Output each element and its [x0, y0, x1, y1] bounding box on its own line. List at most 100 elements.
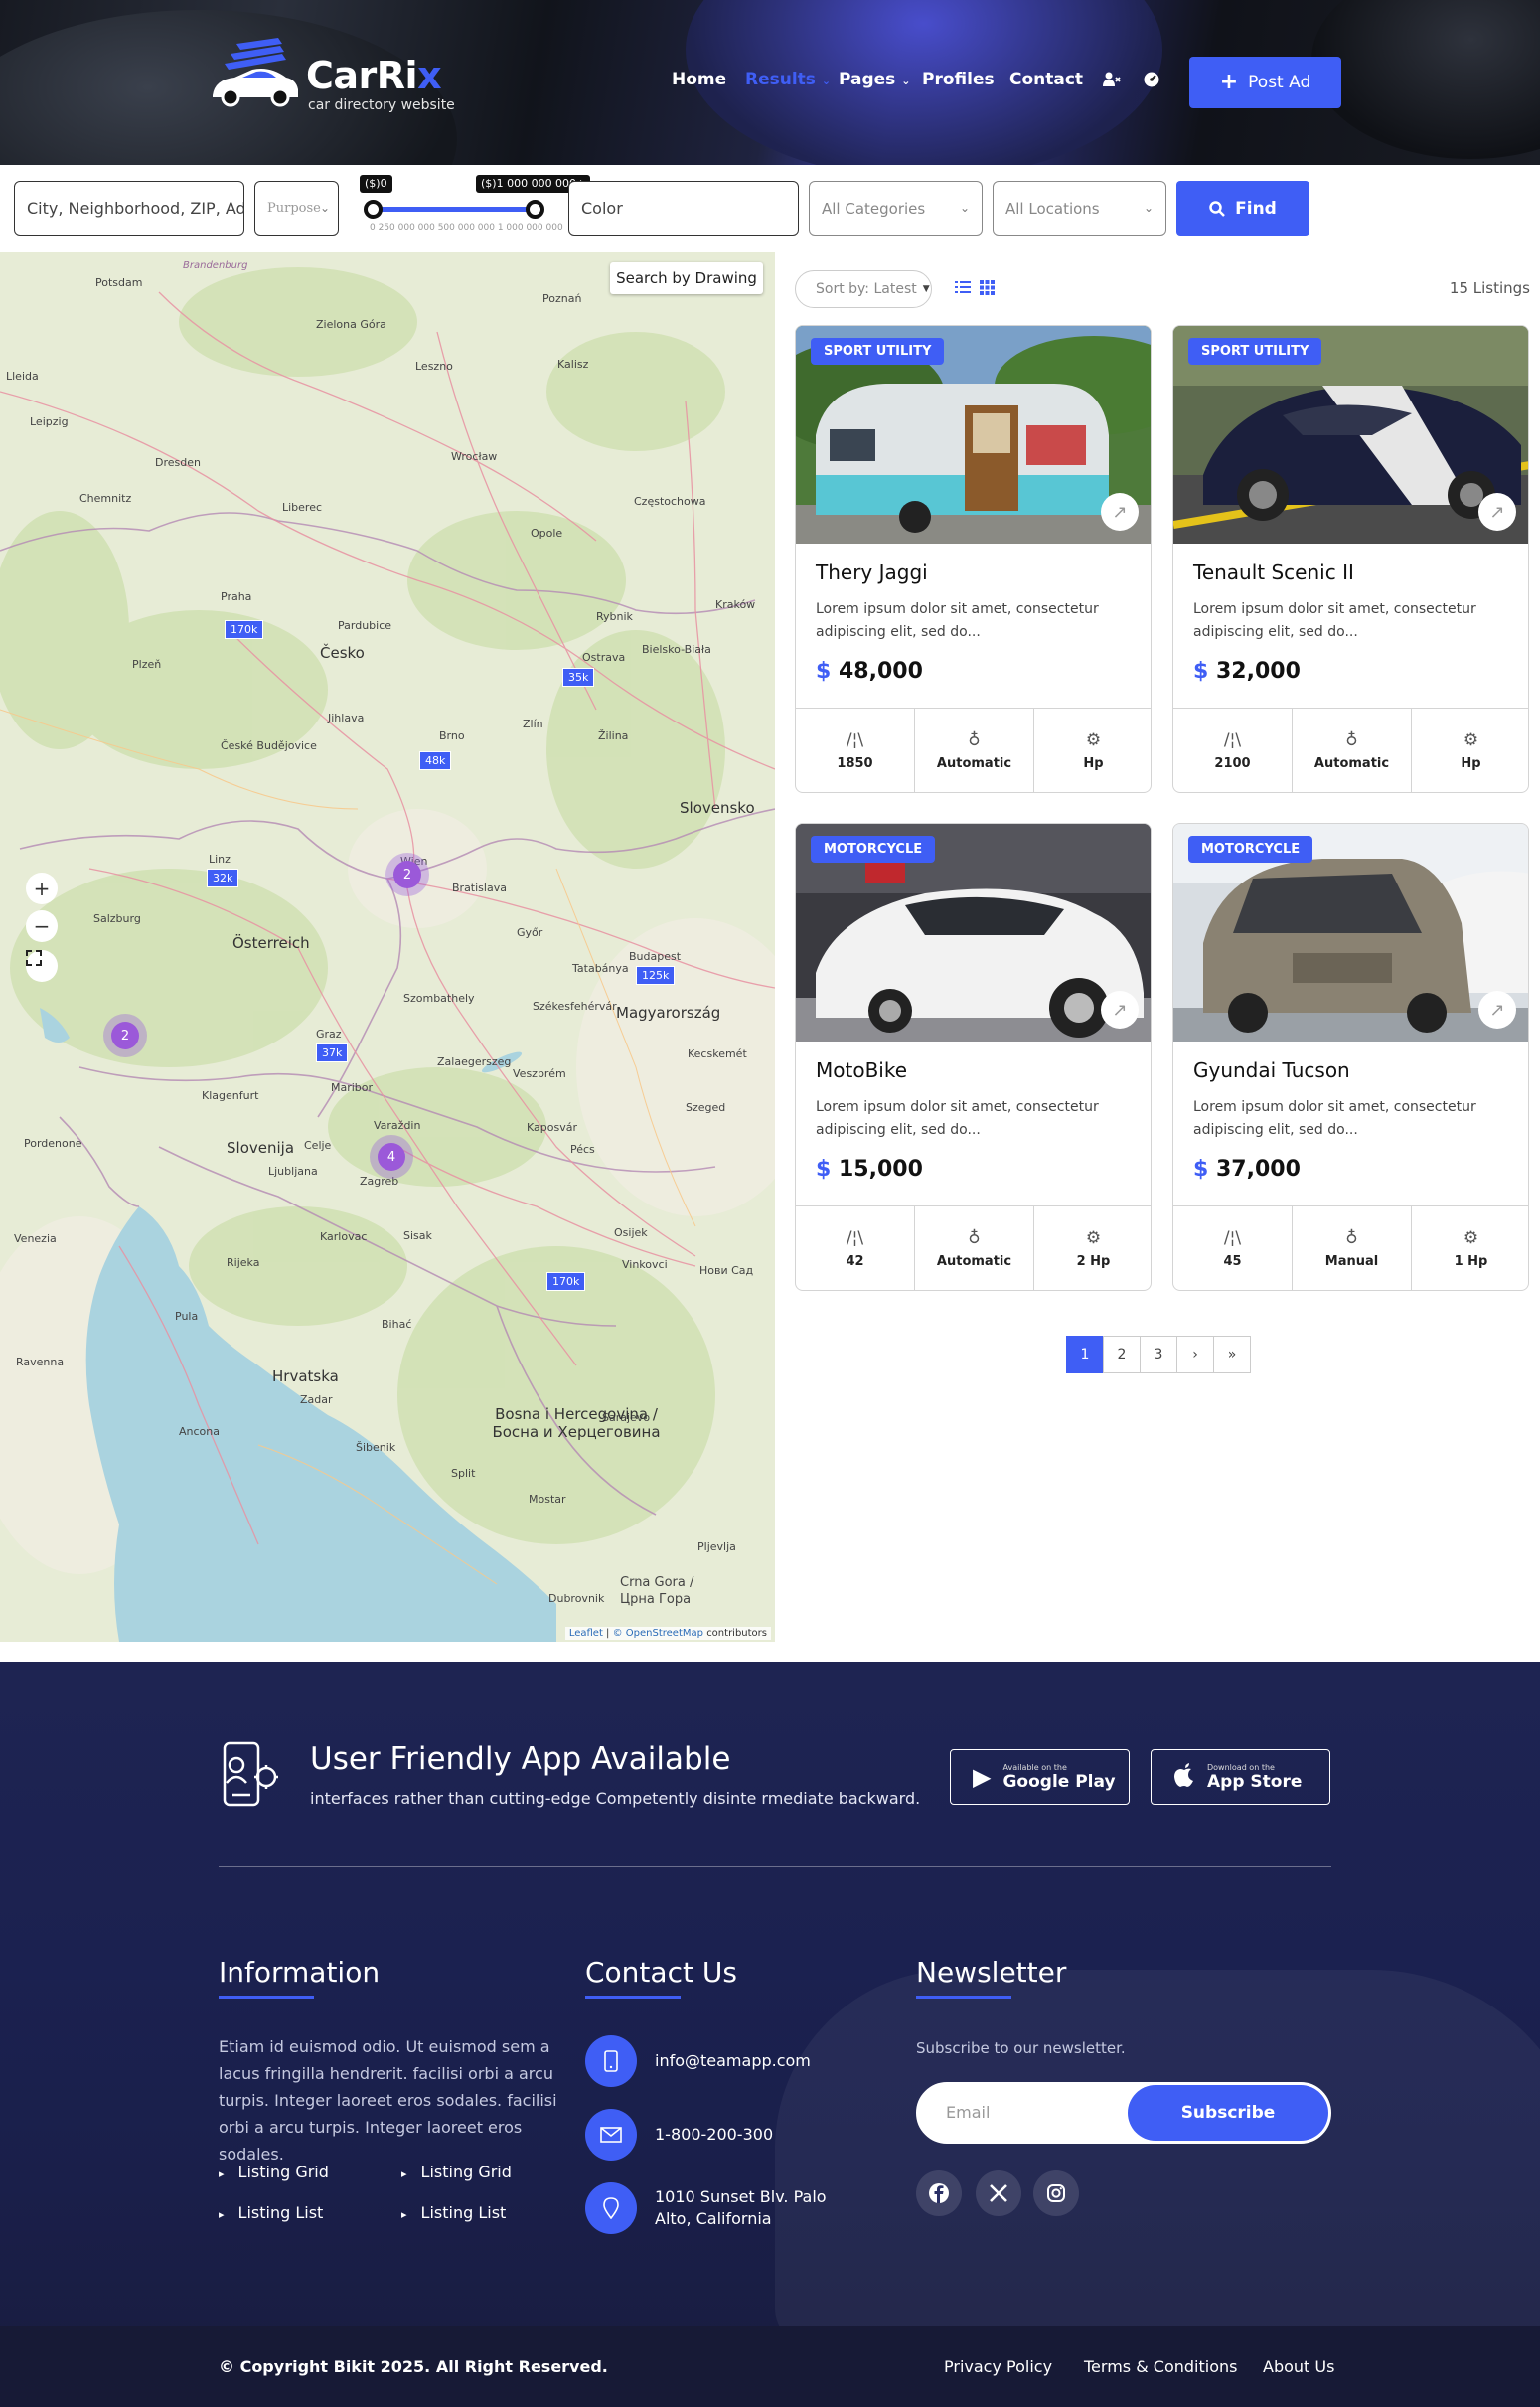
engine-icon: ⚙ [1463, 730, 1479, 750]
listing-card[interactable]: MOTORCYCLE ↗ Gyundai Tucson Lorem ipsum … [1172, 823, 1529, 1291]
privacy-policy-link[interactable]: Privacy Policy [944, 2357, 1052, 2376]
contact-email[interactable]: info@teamapp.com [655, 2050, 811, 2072]
arrow-up-right-icon[interactable]: ↗ [1101, 991, 1139, 1029]
facebook-icon[interactable] [916, 2170, 962, 2216]
page-3-button[interactable]: 3 [1140, 1336, 1177, 1373]
nav-results[interactable]: Results ⌄ [745, 70, 831, 89]
google-play-button[interactable]: ▶ Available on the Google Play [950, 1749, 1130, 1805]
contact-phone[interactable]: 1-800-200-300 [655, 2124, 773, 2146]
subscribe-button[interactable]: Subscribe [1128, 2085, 1328, 2141]
map-price-marker[interactable]: 48k [419, 751, 452, 770]
price-min-tooltip: ($)0 [360, 175, 392, 193]
search-by-drawing-button[interactable]: Search by Drawing [610, 262, 763, 294]
x-twitter-icon[interactable] [976, 2170, 1021, 2216]
app-store-button[interactable]: Download on the App Store [1151, 1749, 1330, 1805]
chevron-down-icon: ⌄ [959, 201, 970, 215]
user-add-icon[interactable] [1103, 72, 1121, 89]
listing-title[interactable]: Tenault Scenic II [1193, 561, 1354, 584]
grid-view-icon[interactable] [978, 280, 996, 298]
power-value: Hp [1461, 756, 1481, 771]
fullscreen-button[interactable] [26, 950, 58, 982]
page-1-button[interactable]: 1 [1066, 1336, 1104, 1373]
map-price-marker[interactable]: 37k [316, 1043, 349, 1062]
price-range-slider[interactable]: ($)0 ($)1 000 000 000+ 0 250 000 000 500… [360, 175, 591, 241]
map-place-label: Venezia [14, 1232, 57, 1245]
nav-pages[interactable]: Pages ⌄ [839, 70, 910, 89]
listings-map[interactable]: Potsdam Brandenburg Leipzig Dresden Chem… [0, 252, 775, 1642]
arrow-up-right-icon[interactable]: ↗ [1101, 493, 1139, 531]
footer-link-listing-grid[interactable]: Listing Grid [401, 2163, 512, 2181]
road-icon: /¦\ [1223, 730, 1242, 750]
contact-address: 1010 Sunset Blv. Palo Alto, California [655, 2187, 827, 2228]
instagram-icon[interactable] [1033, 2170, 1079, 2216]
arrow-up-right-icon[interactable]: ↗ [1478, 991, 1516, 1029]
mileage-value: 42 [846, 1254, 864, 1269]
location-select[interactable]: All Locations ⌄ [993, 181, 1166, 236]
about-us-link[interactable]: About Us [1263, 2357, 1334, 2376]
listing-card[interactable]: SPORT UTILITY ↗ Thery Jaggi Lorem ipsum … [795, 325, 1152, 793]
listing-description: Lorem ipsum dolor sit amet, consectetur … [1193, 601, 1476, 640]
find-button[interactable]: Find [1176, 181, 1309, 236]
site-logo[interactable]: CarRix car directory website [209, 34, 457, 123]
map-place-label: Kalisz [557, 358, 589, 371]
listing-title[interactable]: Thery Jaggi [816, 561, 928, 584]
footer-link-listing-list[interactable]: Listing List [219, 2203, 324, 2222]
next-page-button[interactable]: › [1176, 1336, 1214, 1373]
listing-card[interactable]: SPORT UTILITY ↗ Tenault Scenic II Lorem … [1172, 325, 1529, 793]
nav-home[interactable]: Home [672, 70, 726, 89]
white-hatchback-image[interactable]: MOTORCYCLE ↗ [796, 824, 1151, 1042]
nav-contact[interactable]: Contact [1009, 70, 1083, 89]
terms-link[interactable]: Terms & Conditions [1084, 2357, 1237, 2376]
grey-minivan-image[interactable]: MOTORCYCLE ↗ [1173, 824, 1528, 1042]
map-place-label: Rijeka [227, 1256, 260, 1269]
map-place-label: Szeged [686, 1101, 726, 1114]
category-badge: MOTORCYCLE [1188, 836, 1313, 863]
price-max-handle[interactable] [526, 200, 544, 219]
category-badge: SPORT UTILITY [811, 338, 945, 365]
map-price-marker[interactable]: 32k [207, 869, 239, 887]
color-input[interactable]: Color [568, 181, 799, 236]
map-cluster-marker[interactable]: 2 [103, 1014, 147, 1057]
list-view-icon[interactable] [954, 280, 972, 298]
listing-card[interactable]: MOTORCYCLE ↗ MotoBike Lorem ipsum dolor … [795, 823, 1152, 1291]
map-price-marker[interactable]: 125k [636, 966, 676, 985]
chevron-down-icon: ⌄ [821, 75, 832, 87]
map-country-label: Crna Gora / Црна Гора [620, 1575, 694, 1607]
last-page-button[interactable]: » [1213, 1336, 1251, 1373]
map-price-marker[interactable]: 170k [225, 620, 264, 639]
email-input[interactable]: Email [946, 2103, 990, 2122]
zoom-in-button[interactable]: + [26, 873, 58, 904]
post-ad-button[interactable]: + Post Ad [1189, 57, 1341, 108]
sort-select[interactable]: Sort by: Latest ▼ [795, 270, 932, 308]
purpose-select[interactable]: Purpose ⌄ [254, 181, 339, 236]
listing-title[interactable]: Gyundai Tucson [1193, 1058, 1350, 1082]
map-cluster-marker[interactable]: 4 [370, 1135, 413, 1179]
category-select[interactable]: All Categories ⌄ [809, 181, 983, 236]
map-cluster-marker[interactable]: 2 [385, 853, 429, 896]
price-range-ticks: 0 250 000 000 500 000 000 1 000 000 000 [370, 223, 563, 233]
map-place-label: Mostar [529, 1493, 566, 1506]
osm-link[interactable]: © OpenStreetMap [613, 1628, 703, 1639]
footer-link-listing-grid[interactable]: Listing Grid [219, 2163, 329, 2181]
price-min-handle[interactable] [364, 200, 383, 219]
location-search-input[interactable]: City, Neighborhood, ZIP, Add [14, 181, 244, 236]
listing-title[interactable]: MotoBike [816, 1058, 907, 1082]
map-price-marker[interactable]: 35k [562, 668, 595, 687]
map-price-marker[interactable]: 170k [546, 1272, 586, 1291]
app-promo-title: User Friendly App Available [310, 1741, 731, 1777]
vintage-caravan-image[interactable]: SPORT UTILITY ↗ [796, 326, 1151, 544]
listing-description: Lorem ipsum dolor sit amet, consectetur … [816, 1099, 1099, 1138]
footer-link-listing-list[interactable]: Listing List [401, 2203, 507, 2222]
page-2-button[interactable]: 2 [1103, 1336, 1141, 1373]
transmission-value: Automatic [936, 1254, 1012, 1269]
map-place-label: Poznań [542, 292, 582, 305]
sports-car-image[interactable]: SPORT UTILITY ↗ [1173, 326, 1528, 544]
map-place-label: Szombathely [403, 992, 475, 1005]
arrow-up-right-icon[interactable]: ↗ [1478, 493, 1516, 531]
zoom-out-button[interactable]: − [26, 910, 58, 942]
nav-profiles[interactable]: Profiles [922, 70, 995, 89]
newsletter-form: Email Subscribe [916, 2082, 1331, 2144]
dashboard-icon[interactable] [1143, 72, 1160, 89]
map-country-label: Bosna i Hercegovina / Босна и Херцеговин… [492, 1405, 661, 1441]
leaflet-link[interactable]: Leaflet [569, 1628, 603, 1639]
